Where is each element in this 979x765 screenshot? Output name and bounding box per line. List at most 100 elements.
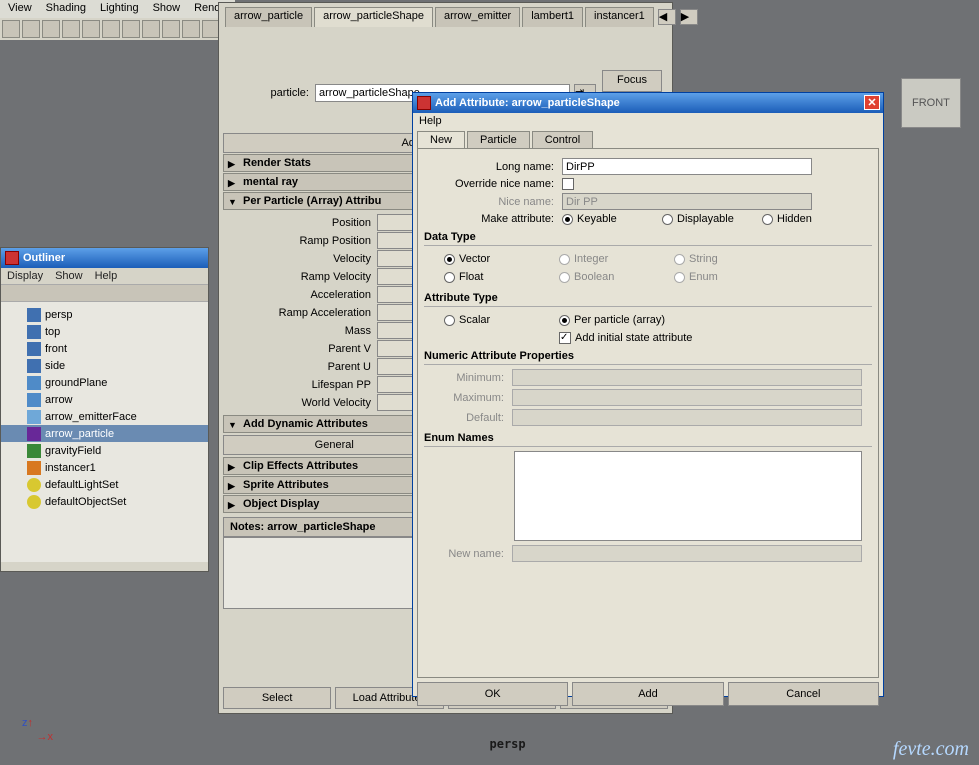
minimum-input [512,369,862,386]
displayable-radio[interactable] [662,214,673,225]
outliner-item[interactable]: instancer1 [1,459,208,476]
tool-btn[interactable] [182,20,200,38]
outliner-titlebar[interactable]: Outliner [1,248,208,268]
long-name-input[interactable] [562,158,812,175]
add-initial-state-checkbox[interactable] [559,332,571,344]
chevron-right-icon [228,499,239,510]
hidden-radio[interactable] [762,214,773,225]
viewport-menubar: View Shading Lighting Show Rende [0,0,235,18]
attr-label: Ramp Acceleration [223,307,371,319]
nice-name-input [562,193,812,210]
tab-control[interactable]: Control [532,131,593,148]
menu-display[interactable]: Display [7,270,43,282]
outliner-item[interactable]: persp [1,306,208,323]
enum-names-list[interactable] [514,451,862,541]
tool-btn[interactable] [22,20,40,38]
node-icon [27,393,41,407]
tool-btn[interactable] [62,20,80,38]
maximum-label: Maximum: [424,392,504,404]
close-icon[interactable]: ✕ [864,95,880,110]
node-icon [27,461,41,475]
menu-help[interactable]: Help [413,113,883,129]
viewport-toolbar [0,18,222,40]
chevron-down-icon [228,419,239,430]
outliner-menubar: Display Show Help [1,268,208,284]
scalar-radio[interactable] [444,315,455,326]
node-icon [27,308,41,322]
cancel-button[interactable]: Cancel [728,682,879,706]
outliner-item[interactable]: arrow_emitterFace [1,408,208,425]
node-icon [27,478,41,492]
dialog-titlebar[interactable]: Add Attribute: arrow_particleShape ✕ [413,93,883,113]
data-type-header: Data Type [424,231,872,246]
outliner-item[interactable]: defaultObjectSet [1,493,208,510]
outliner-item[interactable]: front [1,340,208,357]
tab-particle[interactable]: Particle [467,131,530,148]
tab-instancer1[interactable]: instancer1 [585,7,654,27]
tool-btn[interactable] [102,20,120,38]
new-name-input [512,545,862,562]
tool-btn[interactable] [162,20,180,38]
attr-label: Parent U [223,361,371,373]
override-nice-name-checkbox[interactable] [562,178,574,190]
add-button[interactable]: Add [572,682,723,706]
tool-btn[interactable] [2,20,20,38]
outliner-item[interactable]: gravityField [1,442,208,459]
select-button[interactable]: Select [223,687,331,709]
viewcube-icon[interactable]: FRONT [901,78,961,128]
data-type-radio [559,254,570,265]
tab-lambert1[interactable]: lambert1 [522,7,583,27]
default-label: Default: [424,412,504,424]
menu-help[interactable]: Help [95,270,118,282]
particle-label: particle: [229,87,309,99]
outliner-toolbar [1,284,208,302]
tab-next-icon[interactable]: ▶ [680,9,698,25]
menu-show[interactable]: Show [55,270,83,282]
outliner-item[interactable]: top [1,323,208,340]
nice-name-label: Nice name: [424,196,554,208]
app-icon [5,251,19,265]
node-icon [27,495,41,509]
menu-shading[interactable]: Shading [46,2,86,16]
tool-btn[interactable] [82,20,100,38]
outliner-item[interactable]: arrow [1,391,208,408]
tab-prev-icon[interactable]: ◀ [658,9,676,25]
chevron-right-icon [228,461,239,472]
outliner-item[interactable]: defaultLightSet [1,476,208,493]
ok-button[interactable]: OK [417,682,568,706]
enum-names-header: Enum Names [424,432,872,447]
tool-btn[interactable] [122,20,140,38]
outliner-item[interactable]: side [1,357,208,374]
data-type-radio[interactable] [444,272,455,283]
minimum-label: Minimum: [424,372,504,384]
tool-btn[interactable] [42,20,60,38]
tab-arrow-emitter[interactable]: arrow_emitter [435,7,520,27]
node-icon [27,325,41,339]
watermark: fevte.com [893,738,969,761]
data-type-radio [674,272,685,283]
tab-new[interactable]: New [417,131,465,148]
axis-indicator: z↑ →x [22,715,53,743]
chevron-down-icon [228,196,239,207]
outliner-item[interactable]: arrow_particle [1,425,208,442]
menu-lighting[interactable]: Lighting [100,2,139,16]
attribute-type-header: Attribute Type [424,292,872,307]
menu-view[interactable]: View [8,2,32,16]
add-attribute-dialog: Add Attribute: arrow_particleShape ✕ Hel… [412,92,884,697]
outliner-tree[interactable]: persptopfrontsidegroundPlanearrowarrow_e… [1,302,208,562]
make-attribute-label: Make attribute: [424,213,554,225]
node-icon [27,410,41,424]
focus-button[interactable]: Focus [602,70,662,92]
data-type-radio[interactable] [444,254,455,265]
node-icon [27,427,41,441]
outliner-window: Outliner Display Show Help persptopfront… [0,247,209,572]
attr-label: Ramp Position [223,235,371,247]
tab-arrow-particle[interactable]: arrow_particle [225,7,312,27]
outliner-item[interactable]: groundPlane [1,374,208,391]
tool-btn[interactable] [142,20,160,38]
keyable-radio[interactable] [562,214,573,225]
per-particle-radio[interactable] [559,315,570,326]
override-nice-name-label: Override nice name: [424,178,554,190]
menu-show[interactable]: Show [153,2,181,16]
tab-arrow-particle-shape[interactable]: arrow_particleShape [314,7,433,27]
